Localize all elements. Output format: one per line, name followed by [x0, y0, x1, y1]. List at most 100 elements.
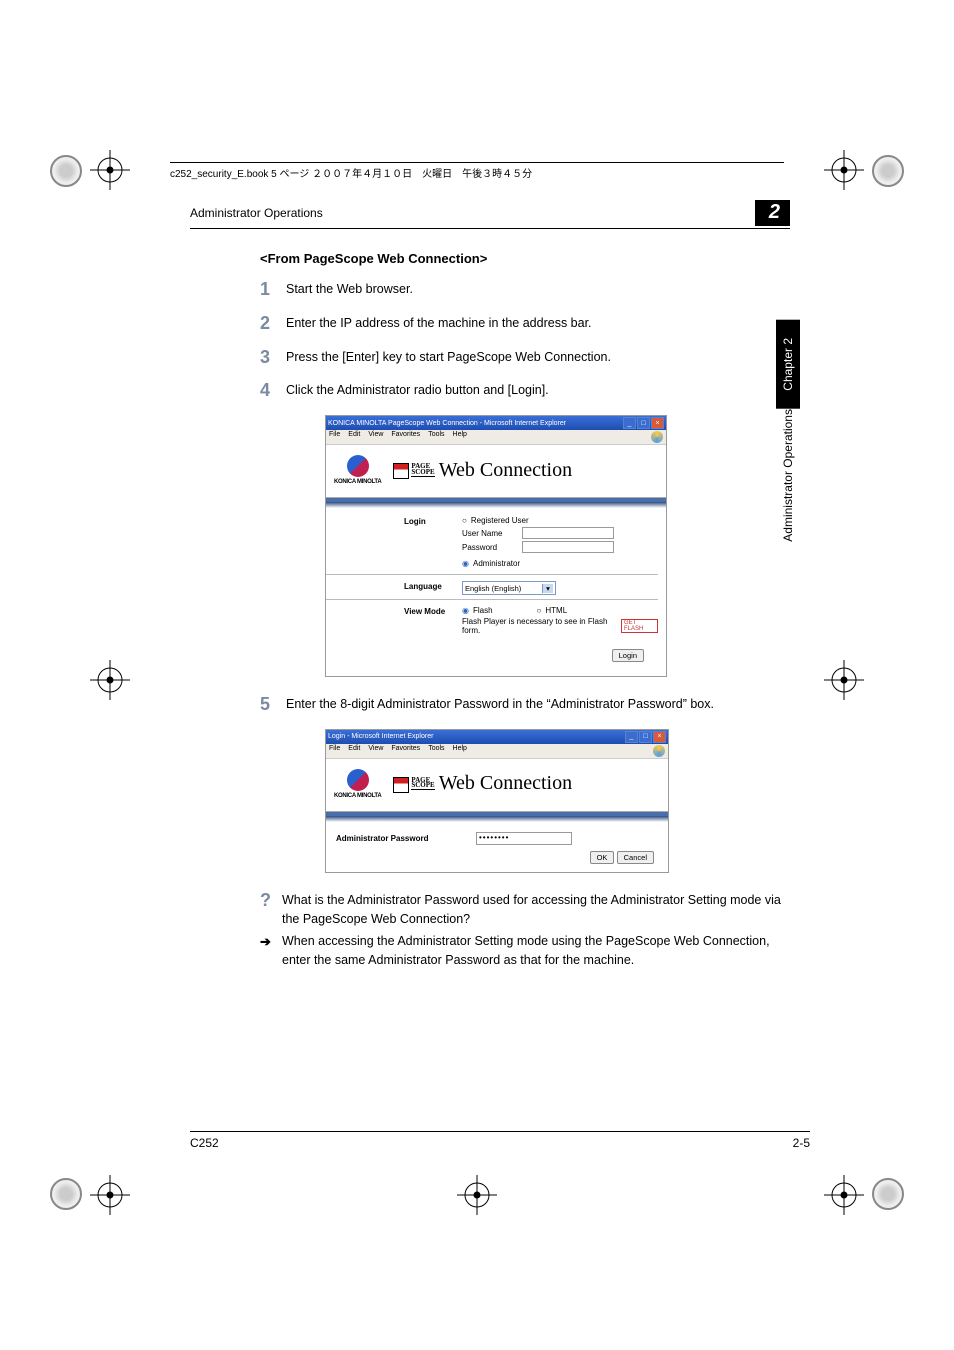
step-text: Enter the 8-digit Administrator Password… — [286, 695, 790, 714]
brand-text: KONICA MINOLTA — [334, 793, 381, 799]
viewmode-label: View Mode — [404, 606, 462, 616]
ps-small-bot: SCOPE — [411, 470, 434, 476]
globe-icon — [347, 769, 369, 791]
administrator-label: Administrator — [473, 559, 520, 568]
registration-mark — [824, 150, 864, 190]
login-button[interactable]: Login — [612, 649, 644, 662]
menu-edit[interactable]: Edit — [348, 431, 360, 443]
chevron-down-icon: ▾ — [542, 584, 553, 593]
flash-note: Flash Player is necessary to see in Flas… — [462, 617, 617, 635]
username-label: User Name — [462, 529, 518, 538]
footer-right: 2-5 — [793, 1136, 810, 1150]
language-label: Language — [404, 581, 462, 591]
window-title: Login - Microsoft Internet Explorer — [328, 733, 433, 740]
globe-icon — [347, 455, 369, 477]
brand-bar: KONICA MINOLTA PAGE SCOPE Web Connection — [326, 759, 668, 812]
close-icon[interactable]: × — [653, 731, 666, 743]
password-label: Password — [462, 543, 518, 552]
pagescope-title: Web Connection — [439, 772, 572, 795]
step-text: Enter the IP address of the machine in t… — [286, 314, 790, 333]
language-value: English (English) — [465, 584, 521, 593]
chapter-number: 2 — [769, 201, 780, 223]
print-disc — [872, 155, 904, 187]
cancel-button[interactable]: Cancel — [617, 851, 654, 864]
ps-small-bot: SCOPE — [411, 783, 434, 789]
minimize-icon[interactable]: _ — [625, 731, 638, 743]
menubar: File Edit View Favorites Tools Help — [326, 744, 668, 759]
username-input[interactable] — [522, 527, 614, 539]
brand-text: KONICA MINOLTA — [334, 479, 381, 485]
maximize-icon[interactable]: □ — [637, 417, 650, 429]
administrator-radio[interactable]: ◉ — [462, 559, 469, 568]
step-number: 1 — [260, 280, 286, 300]
window-titlebar: Login - Microsoft Internet Explorer _ □ … — [326, 730, 668, 744]
menubar: File Edit View Favorites Tools Help — [326, 430, 666, 445]
window-titlebar: KONICA MINOLTA PageScope Web Connection … — [326, 416, 666, 430]
step-number: 2 — [260, 314, 286, 334]
close-icon[interactable]: × — [651, 417, 664, 429]
registered-user-label: Registered User — [471, 516, 529, 525]
flash-radio[interactable]: ◉ — [462, 606, 469, 615]
pagescope-mark-icon: PAGE SCOPE — [411, 778, 434, 791]
pagescope-logo: PAGE SCOPE Web Connection — [411, 772, 572, 795]
password-input[interactable] — [522, 541, 614, 553]
step-5: 5 Enter the 8-digit Administrator Passwo… — [260, 695, 790, 715]
admin-password-input[interactable]: •••••••• — [476, 832, 572, 845]
registration-mark — [824, 660, 864, 700]
menu-favorites[interactable]: Favorites — [391, 745, 420, 757]
screenshot-login: KONICA MINOLTA PageScope Web Connection … — [325, 415, 667, 677]
menu-view[interactable]: View — [368, 431, 383, 443]
registration-mark — [824, 1175, 864, 1215]
menu-help[interactable]: Help — [453, 745, 467, 757]
konica-minolta-logo: KONICA MINOLTA — [334, 455, 381, 485]
ie-logo-icon — [653, 745, 665, 757]
section-title: <From PageScope Web Connection> — [260, 251, 790, 266]
ok-button[interactable]: OK — [590, 851, 615, 864]
step-text: Press the [Enter] key to start PageScope… — [286, 348, 790, 367]
step-3: 3 Press the [Enter] key to start PageSco… — [260, 348, 790, 368]
registration-mark — [90, 660, 130, 700]
get-flash-badge[interactable]: GET FLASH — [621, 619, 658, 633]
menu-view[interactable]: View — [368, 745, 383, 757]
konica-minolta-logo: KONICA MINOLTA — [334, 769, 381, 799]
chapter-number-box: 2 — [755, 200, 790, 226]
admin-password-label: Administrator Password — [336, 834, 476, 843]
arrow-right-icon: ➔ — [260, 932, 282, 952]
flash-label: Flash — [473, 606, 493, 615]
menu-help[interactable]: Help — [453, 431, 467, 443]
menu-file[interactable]: File — [329, 745, 340, 757]
maximize-icon[interactable]: □ — [639, 731, 652, 743]
menu-file[interactable]: File — [329, 431, 340, 443]
pagescope-logo: PAGE SCOPE Web Connection — [411, 459, 572, 482]
menu-edit[interactable]: Edit — [348, 745, 360, 757]
question-text: What is the Administrator Password used … — [282, 891, 790, 929]
question-mark-icon: ? — [260, 891, 282, 909]
html-label: HTML — [545, 606, 567, 615]
minimize-icon[interactable]: _ — [623, 417, 636, 429]
language-select[interactable]: English (English) ▾ — [462, 581, 556, 595]
step-text: Click the Administrator radio button and… — [286, 381, 790, 400]
ie-logo-icon — [651, 431, 663, 443]
pagescope-title: Web Connection — [439, 459, 572, 482]
step-number: 4 — [260, 381, 286, 401]
menu-favorites[interactable]: Favorites — [391, 431, 420, 443]
footer-left: C252 — [190, 1136, 219, 1150]
screenshot-admin-password: Login - Microsoft Internet Explorer _ □ … — [325, 729, 669, 873]
print-header: c252_security_E.book 5 ページ ２００７年４月１０日 火曜… — [170, 162, 784, 180]
print-disc — [50, 155, 82, 187]
print-disc — [872, 1178, 904, 1210]
qa-answer: ➔ When accessing the Administrator Setti… — [260, 932, 790, 970]
running-head: Administrator Operations — [190, 206, 323, 220]
registered-user-radio[interactable]: ○ — [462, 516, 467, 525]
print-disc — [50, 1178, 82, 1210]
registration-mark — [90, 1175, 130, 1215]
menu-tools[interactable]: Tools — [428, 431, 444, 443]
brand-bar: KONICA MINOLTA PAGE SCOPE Web Connection — [326, 445, 666, 498]
html-radio[interactable]: ○ — [537, 606, 542, 615]
menu-tools[interactable]: Tools — [428, 745, 444, 757]
window-title: KONICA MINOLTA PageScope Web Connection … — [328, 420, 566, 427]
step-1: 1 Start the Web browser. — [260, 280, 790, 300]
qa-question: ? What is the Administrator Password use… — [260, 891, 790, 929]
step-number: 5 — [260, 695, 286, 715]
pagescope-mark-icon: PAGE SCOPE — [411, 464, 434, 477]
